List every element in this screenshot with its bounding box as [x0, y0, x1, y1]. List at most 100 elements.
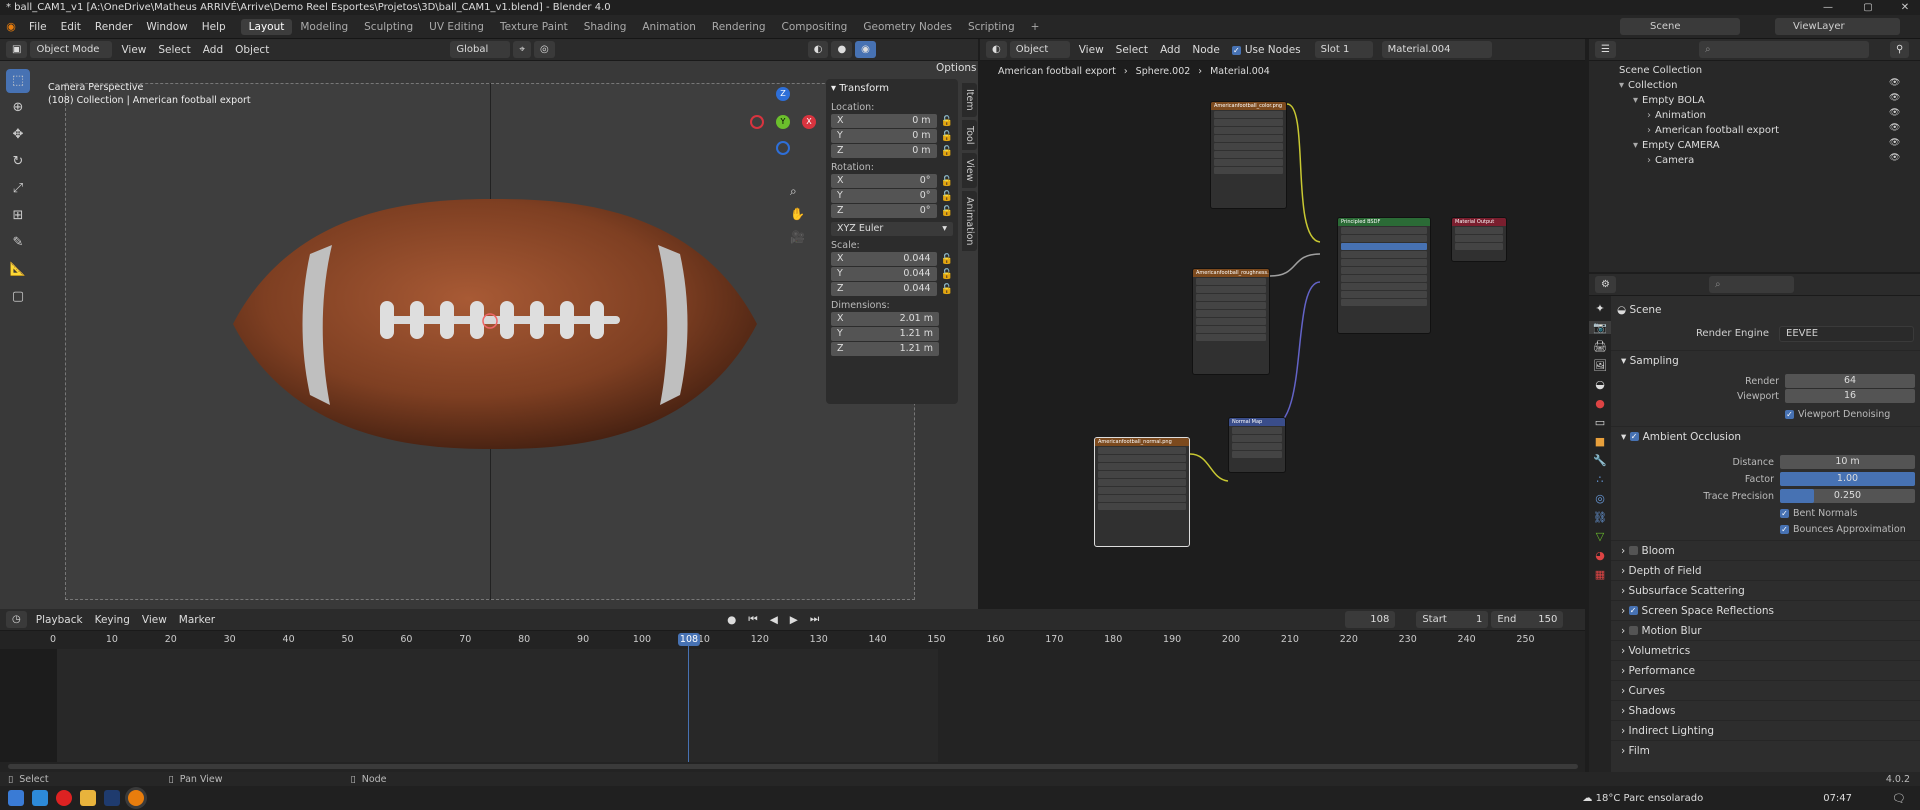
tab-geometry-nodes[interactable]: Geometry Nodes [855, 19, 960, 35]
section-motion-blur[interactable]: › Motion Blur [1611, 620, 1920, 640]
shading-solid-icon[interactable]: ● [831, 41, 853, 58]
add-cube-tool-icon[interactable]: ▢ [6, 285, 30, 309]
editor-type-icon[interactable]: ▣ [6, 41, 28, 58]
options-button[interactable]: Options [930, 61, 983, 74]
gizmo-x-icon[interactable]: X [802, 115, 816, 129]
viewport-denoising-checkbox[interactable]: ✓ Viewport Denoising [1785, 409, 1890, 420]
record-icon[interactable]: ● [721, 614, 742, 626]
ao-header[interactable]: ▾ ✓ Ambient Occlusion [1611, 426, 1920, 446]
timeline-editor[interactable]: ◷ Playback Keying View Marker ● ⏮ ◀ ▶ ⏭ … [0, 609, 1585, 772]
menu-view[interactable]: View [115, 44, 152, 56]
visibility-eye-icon[interactable]: 👁 [1889, 78, 1900, 88]
constraints-tab-icon[interactable]: ⛓ [1589, 511, 1611, 524]
viewlayer-selector[interactable]: ViewLayer [1775, 18, 1900, 35]
windows-start-icon[interactable] [8, 790, 24, 806]
proportional-edit-icon[interactable]: ◎ [533, 41, 555, 58]
mode-selector[interactable]: Object Mode [30, 41, 113, 58]
outliner-item[interactable]: ▾ Collection [1619, 78, 1678, 92]
section-bloom[interactable]: › Bloom [1611, 540, 1920, 560]
gizmo-neg-x-icon[interactable] [750, 115, 764, 129]
clock[interactable]: 07:47 [1823, 793, 1852, 804]
select-tool-icon[interactable]: ⬚ [6, 69, 30, 93]
zoom-icon[interactable]: ⌕ [790, 184, 797, 199]
tab-scripting[interactable]: Scripting [960, 19, 1023, 35]
visibility-eye-icon[interactable]: 👁 [1889, 153, 1900, 163]
annotate-tool-icon[interactable]: ✎ [6, 231, 30, 255]
jump-end-icon[interactable]: ⏭ [804, 613, 825, 626]
close-button[interactable]: ✕ [1890, 0, 1920, 15]
menu-window[interactable]: Window [139, 21, 194, 33]
editor-type-icon[interactable]: ◷ [6, 611, 27, 628]
section-depth-of-field[interactable]: › Depth of Field [1611, 560, 1920, 580]
file-explorer-icon[interactable] [80, 790, 96, 806]
render-engine-select[interactable]: EEVEE [1779, 326, 1914, 342]
section-film[interactable]: › Film [1611, 740, 1920, 760]
visibility-eye-icon[interactable]: 👁 [1889, 108, 1900, 118]
lock-icon[interactable]: 🔓 [941, 254, 953, 265]
scene-collection-item[interactable]: Scene Collection [1619, 63, 1702, 77]
expand-arrow-icon[interactable]: › [1621, 705, 1629, 717]
image-texture-color-node[interactable]: Americanfootball_color.png [1210, 101, 1287, 209]
outliner-item[interactable]: › Animation [1647, 108, 1706, 122]
lock-icon[interactable]: 🔓 [941, 269, 953, 280]
menu-file[interactable]: File [22, 21, 54, 33]
modifier-tab-icon[interactable]: 🔧 [1589, 454, 1611, 467]
photoshop-icon[interactable] [104, 790, 120, 806]
menu-render[interactable]: Render [88, 21, 139, 33]
menu-marker[interactable]: Marker [173, 614, 221, 626]
transform-tool-icon[interactable]: ⊞ [6, 204, 30, 228]
navigation-gizmo[interactable]: Z Y X [748, 87, 818, 157]
scale-x-field[interactable]: X 0.044 [831, 252, 937, 266]
current-frame-field[interactable]: 108 [1345, 611, 1396, 628]
expand-arrow-icon[interactable]: › [1621, 725, 1629, 737]
expand-arrow-icon[interactable]: › [1621, 545, 1629, 557]
expand-arrow-icon[interactable]: › [1621, 665, 1629, 677]
section-volumetrics[interactable]: › Volumetrics [1611, 640, 1920, 660]
particles-tab-icon[interactable]: ∴ [1589, 473, 1611, 486]
orientation-selector[interactable]: Global [450, 41, 511, 58]
scale-z-field[interactable]: Z 0.044 [831, 282, 937, 296]
location-z-field[interactable]: Z 0 m [831, 144, 937, 158]
frame-ruler[interactable]: 0 10 20 30 40 50 60 70 80 90 100 110 120 130 140 150 160… [0, 631, 1585, 649]
lock-icon[interactable]: 🔓 [941, 146, 953, 157]
trace-precision-slider[interactable]: 0.250 [1780, 489, 1915, 503]
dimension-x-field[interactable]: X 2.01 m [831, 312, 939, 326]
tab-item[interactable]: Item [962, 83, 977, 117]
scale-y-field[interactable]: Y 0.044 [831, 267, 937, 281]
tab-tool[interactable]: Tool [962, 119, 977, 151]
render-samples-field[interactable]: 64 [1785, 374, 1915, 388]
gizmo-y-icon[interactable]: Y [776, 115, 790, 129]
shading-material-icon[interactable]: ◉ [855, 41, 876, 58]
properties-search-input[interactable]: ⌕ [1708, 276, 1794, 293]
desktop-icon[interactable] [32, 790, 48, 806]
section-subsurface-scattering[interactable]: › Subsurface Scattering [1611, 580, 1920, 600]
expand-arrow-icon[interactable]: › [1621, 585, 1629, 597]
tab-texture-paint[interactable]: Texture Paint [492, 19, 576, 35]
gizmo-z-icon[interactable]: Z [776, 87, 790, 101]
shader-editor[interactable]: ◐ Object View Select Add Node ✓ Use Nodes… [980, 39, 1585, 609]
add-workspace-icon[interactable]: + [1023, 19, 1048, 35]
maximize-button[interactable]: ▢ [1853, 0, 1883, 15]
editor-type-icon[interactable]: ☰ [1595, 41, 1616, 58]
image-texture-roughness-node[interactable]: Americanfootball_roughness.png [1192, 268, 1270, 375]
scene-selector[interactable]: Scene [1620, 18, 1740, 35]
timeline-scrollbar[interactable] [8, 764, 1578, 769]
start-frame-field[interactable]: Start 1 [1416, 611, 1489, 628]
visibility-eye-icon[interactable]: 👁 [1889, 123, 1900, 133]
play-icon[interactable]: ▶ [784, 614, 804, 626]
tab-uv-editing[interactable]: UV Editing [421, 19, 492, 35]
expand-arrow-icon[interactable]: › [1621, 685, 1629, 697]
collection-tab-icon[interactable]: ▭ [1589, 416, 1611, 429]
lock-icon[interactable]: 🔓 [941, 116, 953, 127]
tab-view[interactable]: View [962, 153, 977, 188]
outliner-item[interactable]: ▾ Empty BOLA [1633, 93, 1705, 107]
tool-tab-icon[interactable]: ✦ [1589, 302, 1611, 315]
snap-icon[interactable]: ⌖ [513, 41, 531, 58]
tab-animation[interactable]: Animation [634, 19, 704, 35]
rotation-x-field[interactable]: X 0° [831, 174, 937, 188]
playhead-frame-badge[interactable]: 108 [678, 633, 700, 646]
render-tab-icon[interactable]: 📷 [1589, 321, 1611, 334]
measure-tool-icon[interactable]: 📐 [6, 258, 30, 282]
section-performance[interactable]: › Performance [1611, 660, 1920, 680]
section-checkbox[interactable] [1628, 546, 1638, 555]
